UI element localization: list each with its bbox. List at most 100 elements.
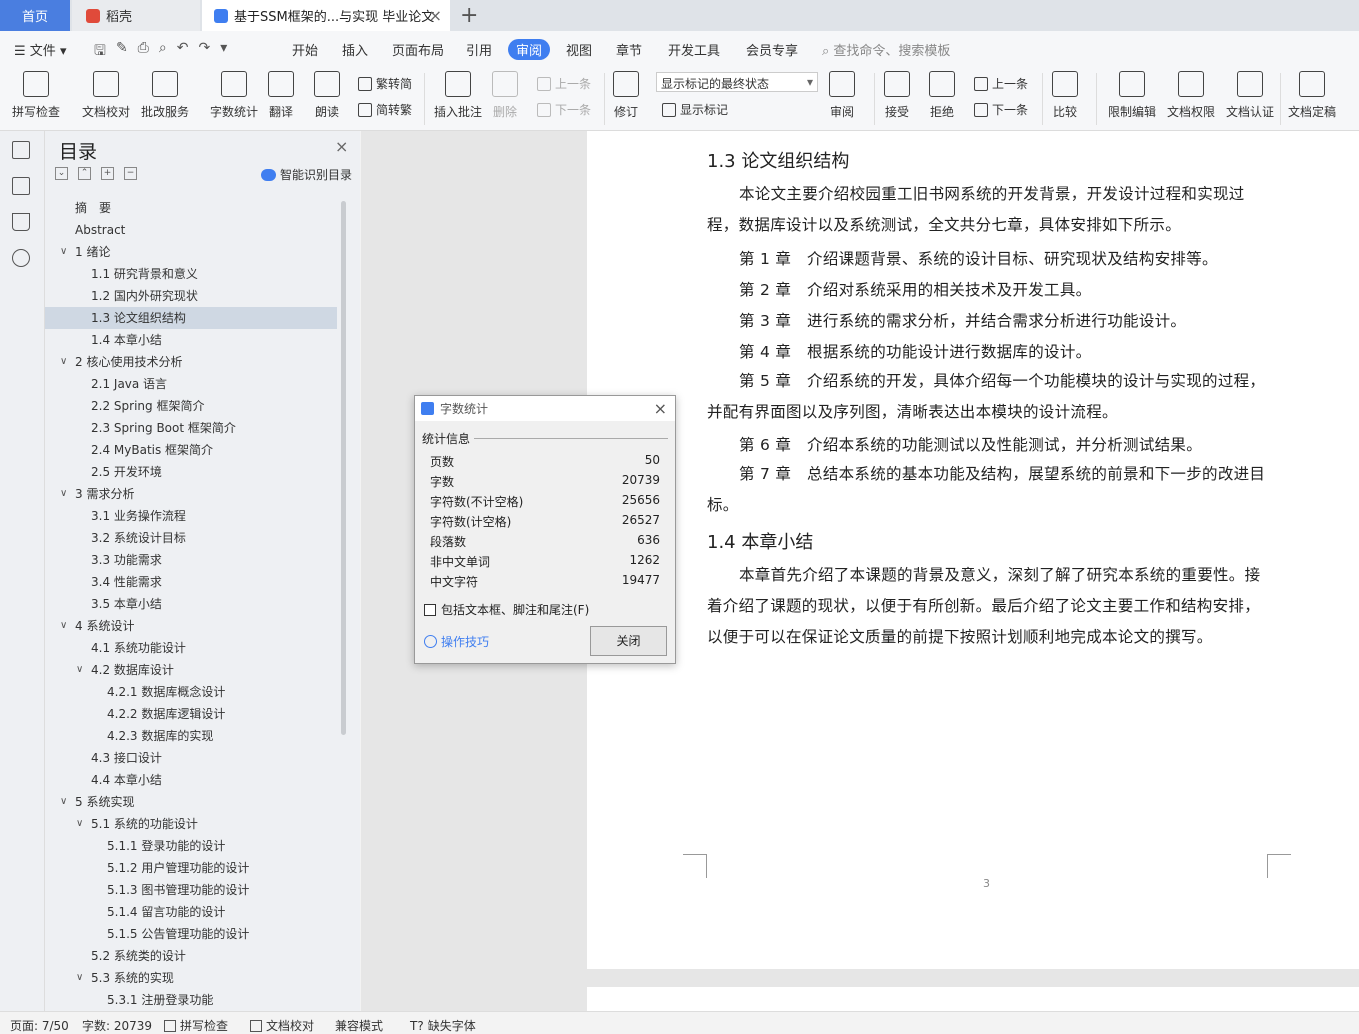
read-aloud-button[interactable]: 朗读 [314, 71, 340, 120]
menu-page-layout[interactable]: 页面布局 [392, 40, 444, 59]
word-count-button[interactable]: 字数统计 [210, 71, 258, 120]
file-menu[interactable]: ☰ 文件 ▾ [14, 40, 66, 59]
toc-item[interactable]: 5.1.2 用户管理功能的设计 [45, 857, 337, 879]
toc-item[interactable]: 1.2 国内外研究现状 [45, 285, 337, 307]
toc-item[interactable]: 3.1 业务操作流程 [45, 505, 337, 527]
toc-item[interactable]: ∨ 3 需求分析 [45, 483, 337, 505]
close-button[interactable]: 关闭 [590, 626, 667, 656]
spell-check-toggle[interactable]: 拼写检查 [164, 1017, 228, 1034]
command-search[interactable]: ⌕ 查找命令、搜索模板 [822, 40, 950, 59]
next-comment-button[interactable]: 下一条 [537, 101, 591, 118]
toc-item[interactable]: 2.3 Spring Boot 框架简介 [45, 417, 337, 439]
toc-item[interactable]: ∨ 4 系统设计 [45, 615, 337, 637]
toc-item[interactable]: 4.4 本章小结 [45, 769, 337, 791]
remove-heading-icon[interactable]: − [124, 167, 137, 180]
chevron-down-icon[interactable]: ∨ [60, 615, 67, 637]
toc-item[interactable]: 5.3.1 注册登录功能 [45, 989, 337, 1011]
toc-item[interactable]: 摘 要 [45, 197, 337, 219]
markup-state-select[interactable]: 显示标记的最终状态 [656, 72, 818, 92]
chevron-down-icon[interactable]: ∨ [76, 813, 83, 835]
toc-item[interactable]: ∨ 4.2 数据库设计 [45, 659, 337, 681]
tab-document[interactable]: 基于SSM框架的...与实现 毕业论文 × [202, 0, 450, 31]
dialog-titlebar[interactable]: 字数统计 [415, 396, 675, 421]
print-icon[interactable]: ⎙ [138, 40, 149, 64]
tips-link[interactable]: 操作技巧 [424, 633, 489, 650]
search-icon[interactable] [12, 249, 30, 267]
toc-item[interactable]: ∨ 5.3 系统的实现 [45, 967, 337, 989]
word-count-indicator[interactable]: 字数: 20739 [82, 1017, 152, 1034]
bookmark-icon[interactable] [12, 213, 30, 231]
doc-finalize-button[interactable]: 文档定稿 [1288, 71, 1336, 120]
delete-comment-button[interactable]: 删除 [492, 71, 518, 120]
menu-member[interactable]: 会员专享 [746, 40, 798, 59]
chevron-down-icon[interactable]: ∨ [76, 659, 83, 681]
doc-permission-button[interactable]: 文档权限 [1167, 71, 1215, 120]
toc-item[interactable]: 3.4 性能需求 [45, 571, 337, 593]
prev-comment-button[interactable]: 上一条 [537, 75, 591, 92]
translate-button[interactable]: 翻译 [268, 71, 294, 120]
track-changes-button[interactable]: 修订 [613, 71, 639, 120]
toc-item[interactable]: 5.1.1 登录功能的设计 [45, 835, 337, 857]
tab-home[interactable]: 首页 [0, 0, 70, 31]
smart-toc-button[interactable]: 智能识别目录 [261, 166, 352, 183]
new-tab-icon[interactable]: + [460, 3, 478, 28]
toc-item[interactable]: 3.2 系统设计目标 [45, 527, 337, 549]
missing-font-button[interactable]: T? 缺失字体 [410, 1017, 476, 1034]
toc-scrollbar[interactable] [341, 201, 346, 735]
format-painter-icon[interactable]: ✎ [116, 40, 128, 64]
toc-item[interactable]: 2.2 Spring 框架简介 [45, 395, 337, 417]
spell-check-button[interactable]: 拼写检查 [12, 71, 60, 120]
trad-to-simp-button[interactable]: 繁转简 [358, 75, 412, 92]
document-page[interactable]: 1.3 论文组织结构 本论文主要介绍校园重工旧书网系统的开发背景，开发设计过程和… [587, 131, 1359, 969]
checkbox-box[interactable] [424, 603, 436, 616]
toc-icon[interactable] [12, 141, 30, 159]
redo-icon[interactable]: ↷ [198, 40, 210, 64]
toc-item[interactable]: 4.2.2 数据库逻辑设计 [45, 703, 337, 725]
close-icon[interactable]: × [654, 399, 667, 418]
tab-daoke[interactable]: 稻壳 [72, 0, 200, 31]
chevron-down-icon[interactable]: ∨ [60, 483, 67, 505]
expand-all-icon[interactable]: ⌄ [55, 167, 68, 180]
menu-reference[interactable]: 引用 [466, 40, 492, 59]
toc-item[interactable]: 4.2.1 数据库概念设计 [45, 681, 337, 703]
toc-item[interactable]: ∨ 2 核心使用技术分析 [45, 351, 337, 373]
toc-item[interactable]: 1.4 本章小结 [45, 329, 337, 351]
toc-item[interactable]: 4.3 接口设计 [45, 747, 337, 769]
add-heading-icon[interactable]: + [101, 167, 114, 180]
print-preview-icon[interactable]: ⌕ [159, 40, 167, 64]
toc-item[interactable]: ∨ 5.1 系统的功能设计 [45, 813, 337, 835]
undo-icon[interactable]: ↶ [177, 40, 189, 64]
reject-button[interactable]: 拒绝 [929, 71, 955, 120]
toc-item[interactable]: 4.2.3 数据库的实现 [45, 725, 337, 747]
chevron-down-icon[interactable]: ∨ [60, 241, 67, 263]
menu-insert[interactable]: 插入 [342, 40, 368, 59]
review-pane-button[interactable]: 审阅 [829, 71, 855, 120]
insert-comment-button[interactable]: 插入批注 [434, 71, 482, 120]
toc-item[interactable]: 2.5 开发环境 [45, 461, 337, 483]
menu-chapter[interactable]: 章节 [616, 40, 642, 59]
close-icon[interactable]: × [335, 137, 348, 156]
toc-item[interactable]: 3.5 本章小结 [45, 593, 337, 615]
toc-item[interactable]: 2.4 MyBatis 框架简介 [45, 439, 337, 461]
collapse-all-icon[interactable]: ⌃ [78, 167, 91, 180]
menu-start[interactable]: 开始 [292, 40, 318, 59]
prev-change-button[interactable]: 上一条 [974, 75, 1028, 92]
toc-item[interactable]: 5.1.4 留言功能的设计 [45, 901, 337, 923]
compare-button[interactable]: 比较 [1052, 71, 1078, 120]
chevron-down-icon[interactable]: ∨ [60, 351, 67, 373]
save-icon[interactable]: 🖫 [94, 40, 106, 64]
toc-item[interactable]: 1.3 论文组织结构 [45, 307, 337, 329]
toc-item[interactable]: ∨ 5 系统实现 [45, 791, 337, 813]
outline-icon[interactable] [12, 177, 30, 195]
show-markup-button[interactable]: 显示标记 [662, 101, 728, 118]
annotation-service-button[interactable]: 批改服务 [141, 71, 189, 120]
menu-view[interactable]: 视图 [566, 40, 592, 59]
toc-item[interactable]: 5.1.3 图书管理功能的设计 [45, 879, 337, 901]
chevron-down-icon[interactable]: ∨ [76, 967, 83, 989]
toc-item[interactable]: Abstract [45, 219, 337, 241]
include-textbox-checkbox[interactable]: 包括文本框、脚注和尾注(F) [424, 601, 589, 618]
toc-item[interactable]: 2.1 Java 语言 [45, 373, 337, 395]
customize-icon[interactable]: ▾ [220, 40, 227, 64]
doc-proof-toggle[interactable]: 文档校对 [250, 1017, 314, 1034]
menu-developer[interactable]: 开发工具 [668, 40, 720, 59]
